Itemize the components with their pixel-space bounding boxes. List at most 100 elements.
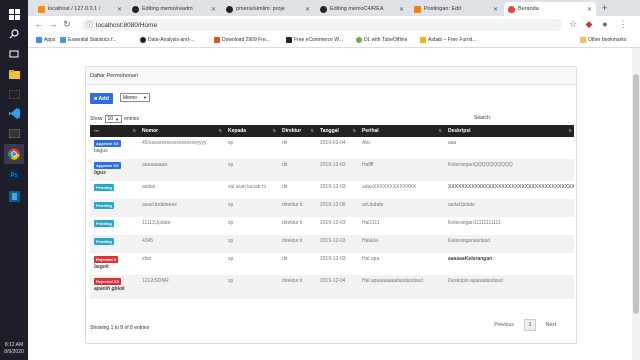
tab-close-icon[interactable]: ✕ (117, 6, 122, 13)
star-icon[interactable]: ☆ (568, 19, 578, 30)
status-note: begok (94, 264, 109, 270)
flame-icon (508, 5, 515, 13)
tab-6-active[interactable]: Beranda ✕ (504, 2, 596, 16)
search-icon[interactable] (4, 24, 24, 44)
table-row[interactable]: Approve XX bagus 45/xxxxxxxxxxxxxxxxxxxyyy… (90, 137, 574, 159)
task-view-icon[interactable] (4, 44, 24, 64)
scrollbar-thumb[interactable] (633, 74, 639, 314)
bookmark-free-ecommerce[interactable]: Free eCommerce W... (286, 37, 343, 43)
bookmark-label: Download 2909 Fre... (222, 37, 270, 43)
reload-icon[interactable]: ↻ (62, 19, 72, 30)
cell-status: Pending (90, 235, 138, 253)
vscode-icon[interactable] (4, 103, 24, 123)
app-blue-icon[interactable] (4, 186, 24, 206)
add-button[interactable]: ■ Add (90, 93, 114, 104)
show-label: Show (90, 116, 103, 122)
site-info-icon[interactable]: ⓘ (86, 20, 93, 30)
bookmark-download[interactable]: Download 2909 Fre... (214, 37, 270, 43)
account-icon[interactable]: ● (600, 19, 610, 29)
github-icon (132, 5, 139, 13)
cell-perihal: Abc (362, 140, 371, 146)
column-header-perihal[interactable]: Perihal ⇅ (358, 125, 444, 137)
tab-title: Beranda (518, 6, 539, 12)
pagination-next[interactable]: Next (538, 319, 564, 331)
tab-close-icon[interactable]: ✕ (211, 6, 216, 13)
pagination-previous[interactable]: Previous (484, 319, 524, 331)
column-header-deskripsi[interactable]: Deskripsi ⇅ (444, 125, 574, 137)
tab-5[interactable]: Postingan: Edit ✕ (410, 2, 502, 16)
github-icon (140, 37, 146, 43)
terminal-icon[interactable] (4, 84, 24, 104)
taskbar-clock[interactable]: 8:12 AM 8/9/2020 (0, 342, 28, 356)
cell-nomor: asdas (142, 184, 156, 190)
bookmark-label: Essential Statistics f... (68, 37, 117, 43)
table-row[interactable]: Pending asdas sal aran kacab ni dir 2019-12-… (90, 181, 574, 199)
tab-close-icon[interactable]: ✕ (587, 6, 592, 13)
cell-kepada: sp (224, 159, 278, 181)
chrome-icon[interactable] (4, 144, 24, 164)
bookmark-apps[interactable]: Apps (36, 37, 55, 43)
tab-close-icon[interactable]: ✕ (305, 6, 310, 13)
column-header-kepada[interactable]: Kepada ⇅ (224, 125, 278, 137)
cell-deskripsi: asdaUpdate (444, 199, 574, 217)
tab-1[interactable]: localhost / 127.0.0.1 / ✕ (34, 2, 126, 16)
cell-tanggal: 2019-03-04 (320, 140, 346, 146)
new-tab-icon[interactable]: + (602, 3, 607, 13)
menu-icon[interactable]: ⋮ (618, 19, 628, 30)
back-icon[interactable]: ← (34, 19, 44, 29)
sort-icon: ⇅ (438, 128, 442, 133)
bookmark-essential-statistics[interactable]: Essential Statistics f... (60, 37, 117, 43)
sort-icon: ⇅ (310, 128, 314, 133)
page-scrollbar[interactable] (632, 48, 640, 360)
search-input[interactable] (498, 113, 574, 121)
column-header-direktur[interactable]: Direktur ⇅ (278, 125, 316, 137)
bookmark-data-analysis[interactable]: Data-Analysis-and-... (140, 37, 195, 43)
tab-title: Postingan: Edit (424, 6, 461, 12)
entries-select[interactable]: 10 ▼ (104, 115, 123, 123)
file-explorer-icon[interactable] (4, 64, 24, 84)
table-row[interactable]: Rejected Xbegok sfas sp dir 2019-12-03 Hal ap… (90, 253, 574, 275)
tab-close-icon[interactable]: ✕ (399, 6, 404, 13)
address-bar[interactable]: ⓘ localhost:8080/Home (82, 19, 562, 31)
tab-2[interactable]: Editing memo/readm ✕ (128, 2, 220, 16)
table-row[interactable]: Pending asasUpdateeee sp direktur it 2019-12… (90, 199, 574, 217)
app-window-icon[interactable] (4, 123, 24, 143)
bookmark-label: Other bookmarks (588, 37, 627, 43)
bookmark-asbab[interactable]: Asbab – Free Furnit... (420, 37, 476, 43)
table-row[interactable]: Pending 11111Update sp direktur it 2019-12-0… (90, 217, 574, 235)
column-header-tanggal[interactable]: Tanggal ⇅ (316, 125, 358, 137)
column-header-status[interactable]: --- ⇅ (90, 125, 138, 137)
tab-3[interactable]: pmens/simlim: proje ✕ (222, 2, 314, 16)
bookmark-tubeoffline[interactable]: DL with TubeOffline (356, 37, 407, 43)
cell-kepada: sp (224, 275, 278, 299)
extension-icon[interactable]: ◆ (584, 19, 594, 30)
bookmark-other[interactable]: Other bookmarks (580, 37, 626, 43)
windows-start-icon[interactable] (4, 4, 24, 24)
photoshop-icon[interactable]: Ps (4, 164, 24, 184)
table-row[interactable]: Rejected XX apanih gblok 1212/SDNR sp direkt… (90, 275, 574, 299)
tab-favicon-icon (38, 5, 45, 13)
status-note: bagus (94, 148, 108, 154)
svg-text:Ps: Ps (10, 173, 17, 179)
sort-icon: ⇅ (352, 128, 356, 133)
cell-deskripsi: XXXXXXXXXXXXXXXXXXXXXXXXXXXXXXXXXXXXXXXX… (448, 184, 574, 190)
cell-kepada: sp (228, 220, 234, 226)
status-badge: Pending (94, 220, 114, 227)
cell-kepada: sal aran kacab ni (228, 184, 266, 190)
cell-deskripsi: Deskripsi apaaadasdasd (444, 275, 574, 299)
add-button-label: Add (98, 95, 110, 102)
tab-close-icon[interactable]: ✕ (493, 6, 498, 13)
table-row[interactable]: Approve XX bgus aaaaaaaaa sp dir 2019-12-03 Ha… (90, 159, 574, 181)
column-header-nomor[interactable]: Nomor ⇅ (138, 125, 224, 137)
windows-taskbar: Ps 8:12 AM 8/9/2020 (0, 0, 28, 360)
table-row[interactable]: Pending 4345 sp direktur it 2019-12-03 Halada… (90, 235, 574, 253)
cell-nomor: sfas (142, 256, 152, 262)
cell-perihal: Hal1111 (362, 220, 380, 226)
forward-icon[interactable]: → (48, 19, 58, 29)
chevron-down-icon: ▼ (115, 116, 120, 122)
type-select[interactable]: Memo ▼ (120, 93, 150, 102)
pagination-page-1[interactable]: 1 (524, 319, 536, 331)
tab-4[interactable]: Editing memoC4/REA ✕ (316, 2, 408, 16)
cell-tanggal: 2019-12-04 (316, 275, 358, 299)
cell-nomor: 45/xxxxxxxxxxxxxxxxxxxyyyy (142, 140, 207, 146)
